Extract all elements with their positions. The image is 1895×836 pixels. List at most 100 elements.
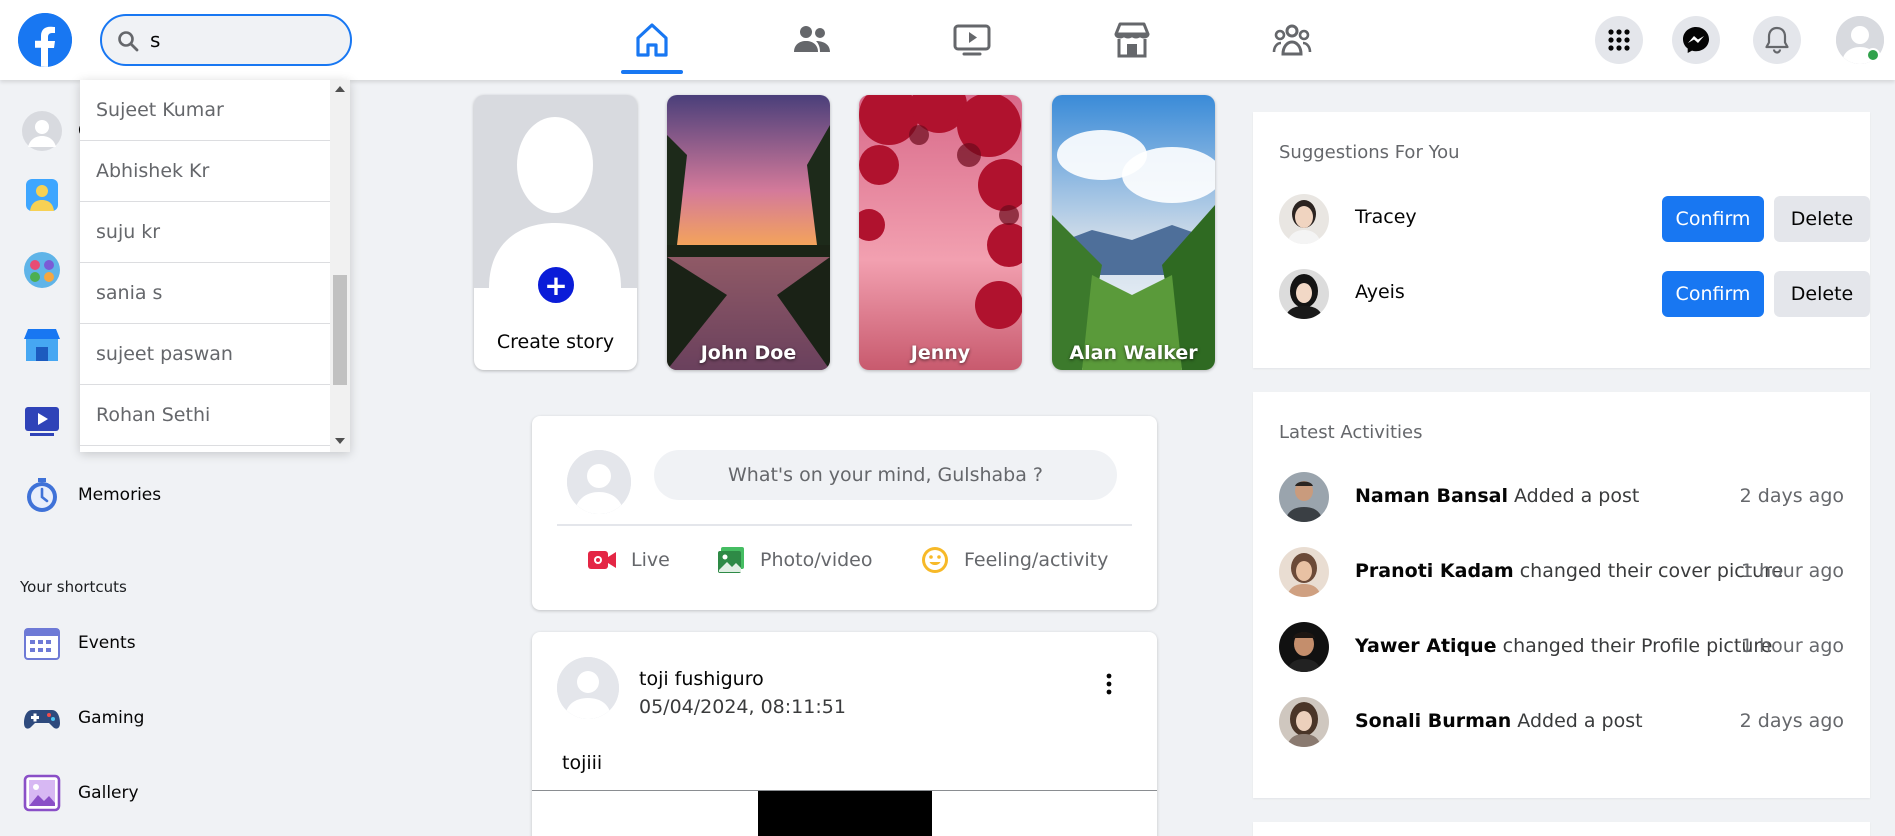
search-result-item[interactable]: Rohan Sethi — [80, 385, 330, 446]
feeling-icon — [922, 547, 948, 573]
activity-row[interactable]: Pranoti Kadam changed their cover pictur… — [1279, 547, 1844, 599]
right-panel-next — [1253, 822, 1870, 836]
avatar — [20, 109, 64, 153]
photo-video-button[interactable]: Photo/video — [716, 540, 873, 580]
tab-marketplace[interactable] — [1087, 10, 1177, 70]
sidebar-item-memories[interactable]: Memories — [20, 470, 161, 520]
activity-row[interactable]: Yawer Atique changed their Profile pictu… — [1279, 622, 1844, 674]
watch-icon — [953, 24, 991, 56]
avatar — [1279, 697, 1329, 747]
friends-icon — [794, 26, 830, 52]
search-result-item[interactable]: sania s — [80, 263, 330, 324]
feeling-activity-button[interactable]: Feeling/activity — [920, 540, 1108, 580]
sidebar-item-watch[interactable] — [20, 395, 78, 445]
feeling-activity-label: Feeling/activity — [964, 549, 1109, 571]
suggestion-name[interactable]: Ayeis — [1355, 281, 1405, 303]
story-author-name: Alan Walker — [1069, 342, 1198, 364]
sidebar-item-marketplace[interactable] — [20, 320, 78, 370]
sidebar-item-label: Gaming — [78, 708, 145, 728]
avatar[interactable] — [567, 450, 631, 514]
tab-groups[interactable] — [1247, 10, 1337, 70]
post-author-name[interactable]: toji fushiguro — [639, 668, 764, 690]
activity-user-name: Yawer Atique — [1355, 635, 1497, 657]
story-card[interactable]: John Doe — [667, 95, 830, 370]
search-result-item[interactable]: sujeet paswan — [80, 324, 330, 385]
avatar — [1279, 547, 1329, 597]
activity-row[interactable]: Sonali Burman Added a post 2 days ago — [1279, 697, 1844, 749]
photo-video-label: Photo/video — [760, 549, 873, 571]
story-card[interactable]: Jenny — [859, 95, 1022, 370]
confirm-button[interactable]: Confirm — [1662, 196, 1764, 242]
top-navigation-bar — [0, 0, 1895, 80]
sidebar-item-groups[interactable] — [20, 245, 78, 295]
search-result-item[interactable]: Abhishek Kr — [80, 141, 330, 202]
post-text: tojiii — [562, 752, 603, 774]
sidebar-item-friends[interactable] — [20, 170, 78, 220]
live-label: Live — [631, 549, 670, 571]
sidebar-item-events[interactable]: Events — [20, 618, 136, 668]
menu-button[interactable] — [1595, 16, 1643, 64]
memories-icon — [20, 473, 64, 517]
post-timestamp: 05/04/2024, 08:11:51 — [639, 696, 846, 718]
delete-button[interactable]: Delete — [1774, 196, 1870, 242]
search-result-item[interactable]: suju kr — [80, 202, 330, 263]
tab-home[interactable] — [607, 10, 697, 74]
marketplace-icon — [20, 323, 64, 367]
scrollbar-thumb[interactable] — [333, 275, 347, 385]
create-story-label: Create story — [496, 331, 615, 353]
tab-watch[interactable] — [927, 10, 1017, 70]
story-image — [859, 95, 1022, 370]
sidebar-item-label: Memories — [78, 485, 162, 505]
avatar[interactable] — [1279, 194, 1329, 244]
search-results-dropdown: Sujeet Kumar Abhishek Kr suju kr sania s… — [80, 80, 350, 452]
avatar[interactable] — [557, 657, 619, 719]
notifications-button[interactable] — [1753, 16, 1801, 64]
facebook-logo-icon[interactable] — [18, 13, 72, 67]
watch-icon — [20, 398, 64, 442]
online-status-dot — [1866, 48, 1880, 62]
story-author-name: Jenny — [910, 342, 971, 364]
search-input[interactable] — [150, 26, 330, 54]
dropdown-scrollbar[interactable] — [330, 80, 350, 452]
divider — [557, 524, 1132, 526]
latest-activities-panel: Latest Activities Naman Bansal Added a p… — [1253, 392, 1870, 798]
search-icon — [118, 31, 139, 52]
story-card[interactable]: Alan Walker — [1052, 95, 1215, 370]
marketplace-icon — [1114, 22, 1150, 58]
tab-friends[interactable] — [767, 10, 857, 70]
messenger-icon — [1683, 27, 1709, 53]
more-options-icon[interactable] — [1105, 672, 1113, 696]
scroll-up-arrow-icon[interactable] — [335, 86, 345, 92]
post-image[interactable] — [758, 791, 932, 836]
delete-button[interactable]: Delete — [1774, 271, 1870, 317]
activity-text: Naman Bansal Added a post — [1355, 485, 1639, 507]
gaming-icon — [20, 696, 64, 740]
confirm-button[interactable]: Confirm — [1662, 271, 1764, 317]
story-placeholder-avatar — [474, 95, 637, 288]
activity-text: Sonali Burman Added a post — [1355, 710, 1643, 732]
story-image — [1052, 95, 1215, 370]
add-story-icon[interactable]: + — [534, 263, 578, 307]
activities-title: Latest Activities — [1279, 422, 1423, 443]
avatar — [1279, 472, 1329, 522]
activity-time: 2 days ago — [1739, 485, 1844, 507]
shortcuts-heading: Your shortcuts — [20, 578, 127, 596]
home-icon — [636, 23, 668, 57]
activity-action: Added a post — [1514, 485, 1640, 507]
suggestions-title: Suggestions For You — [1279, 142, 1460, 163]
search-box[interactable] — [100, 14, 352, 66]
whats-on-your-mind-input[interactable]: What's on your mind, Gulshaba ? — [654, 450, 1117, 500]
sidebar-item-gallery[interactable]: Gallery — [20, 768, 139, 818]
messenger-button[interactable] — [1672, 16, 1720, 64]
feed-post: toji fushiguro 05/04/2024, 08:11:51 toji… — [532, 632, 1157, 836]
suggestion-name[interactable]: Tracey — [1355, 206, 1417, 228]
create-story-card[interactable]: + Create story — [474, 95, 637, 370]
live-video-button[interactable]: Live — [587, 540, 670, 580]
activity-row[interactable]: Naman Bansal Added a post 2 days ago — [1279, 472, 1844, 524]
search-result-item[interactable]: Sujeet Kumar — [80, 80, 330, 141]
activity-user-name: Pranoti Kadam — [1355, 560, 1514, 582]
story-image — [667, 95, 830, 370]
scroll-down-arrow-icon[interactable] — [335, 438, 345, 444]
avatar[interactable] — [1279, 269, 1329, 319]
sidebar-item-gaming[interactable]: Gaming — [20, 693, 144, 743]
